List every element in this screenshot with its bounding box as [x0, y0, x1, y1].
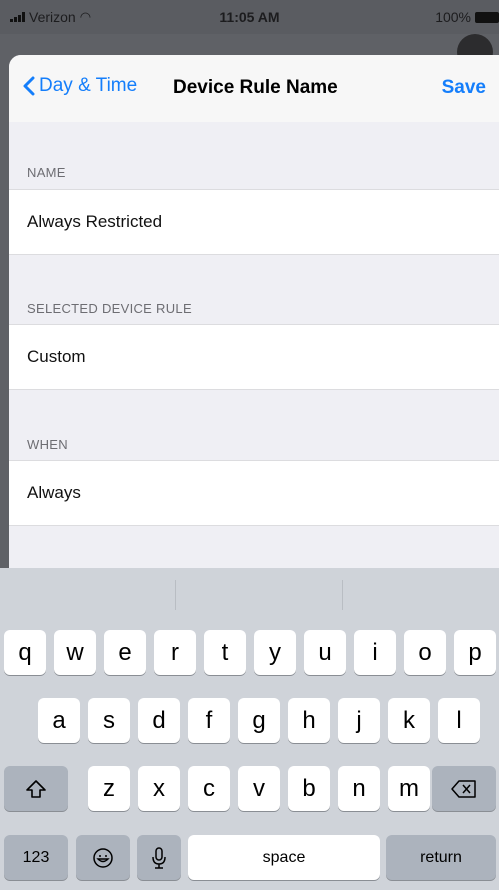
key-m[interactable]: m	[388, 766, 430, 811]
key-e[interactable]: e	[104, 630, 146, 675]
key-x[interactable]: x	[138, 766, 180, 811]
microphone-icon	[152, 846, 166, 869]
key-c[interactable]: c	[188, 766, 230, 811]
navigation-bar: Day & Time Device Rule Name Save	[9, 55, 499, 122]
space-key[interactable]: space	[188, 835, 380, 880]
key-f[interactable]: f	[188, 698, 230, 743]
section-header-when: WHEN	[27, 437, 68, 452]
delete-key[interactable]	[432, 766, 496, 811]
key-n[interactable]: n	[338, 766, 380, 811]
dictation-key[interactable]	[137, 835, 181, 880]
numbers-key[interactable]: 123	[4, 835, 68, 880]
key-y[interactable]: y	[254, 630, 296, 675]
key-v[interactable]: v	[238, 766, 280, 811]
name-field[interactable]: Always Restricted	[9, 189, 499, 255]
when-cell[interactable]: Always	[9, 460, 499, 526]
page-title: Device Rule Name	[173, 77, 338, 98]
key-s[interactable]: s	[88, 698, 130, 743]
key-a[interactable]: a	[38, 698, 80, 743]
key-b[interactable]: b	[288, 766, 330, 811]
shift-icon	[26, 779, 46, 798]
key-p[interactable]: p	[454, 630, 496, 675]
back-label: Day & Time	[39, 75, 138, 96]
key-i[interactable]: i	[354, 630, 396, 675]
return-key[interactable]: return	[386, 835, 496, 880]
key-u[interactable]: u	[304, 630, 346, 675]
chevron-left-icon	[23, 76, 35, 96]
prediction-divider	[175, 580, 176, 610]
key-w[interactable]: w	[54, 630, 96, 675]
key-g[interactable]: g	[238, 698, 280, 743]
section-header-name: NAME	[27, 165, 66, 180]
key-k[interactable]: k	[388, 698, 430, 743]
key-j[interactable]: j	[338, 698, 380, 743]
prediction-bar	[0, 568, 499, 616]
key-q[interactable]: q	[4, 630, 46, 675]
device-rule-cell[interactable]: Custom	[9, 324, 499, 390]
status-bar: Verizon ◠ 11:05 AM 100%	[0, 0, 499, 34]
battery-icon	[475, 11, 499, 23]
key-l[interactable]: l	[438, 698, 480, 743]
key-z[interactable]: z	[88, 766, 130, 811]
battery-group: 100%	[435, 9, 499, 25]
prediction-divider	[342, 580, 343, 610]
key-d[interactable]: d	[138, 698, 180, 743]
back-button[interactable]: Day & Time	[23, 75, 137, 97]
save-button[interactable]: Save	[442, 77, 486, 99]
key-h[interactable]: h	[288, 698, 330, 743]
key-t[interactable]: t	[204, 630, 246, 675]
keyboard: q w e r t y u i o p a s d f g h j k l z …	[0, 568, 499, 890]
shift-key[interactable]	[4, 766, 68, 811]
when-value: Always	[27, 483, 81, 502]
key-r[interactable]: r	[154, 630, 196, 675]
status-time: 11:05 AM	[219, 9, 280, 25]
section-header-device-rule: SELECTED DEVICE RULE	[27, 301, 192, 316]
emoji-key[interactable]	[76, 835, 130, 880]
battery-percent: 100%	[435, 9, 471, 25]
device-rule-value: Custom	[27, 347, 86, 366]
name-value: Always Restricted	[27, 212, 163, 231]
key-o[interactable]: o	[404, 630, 446, 675]
delete-icon	[451, 779, 476, 798]
emoji-icon	[93, 847, 113, 868]
